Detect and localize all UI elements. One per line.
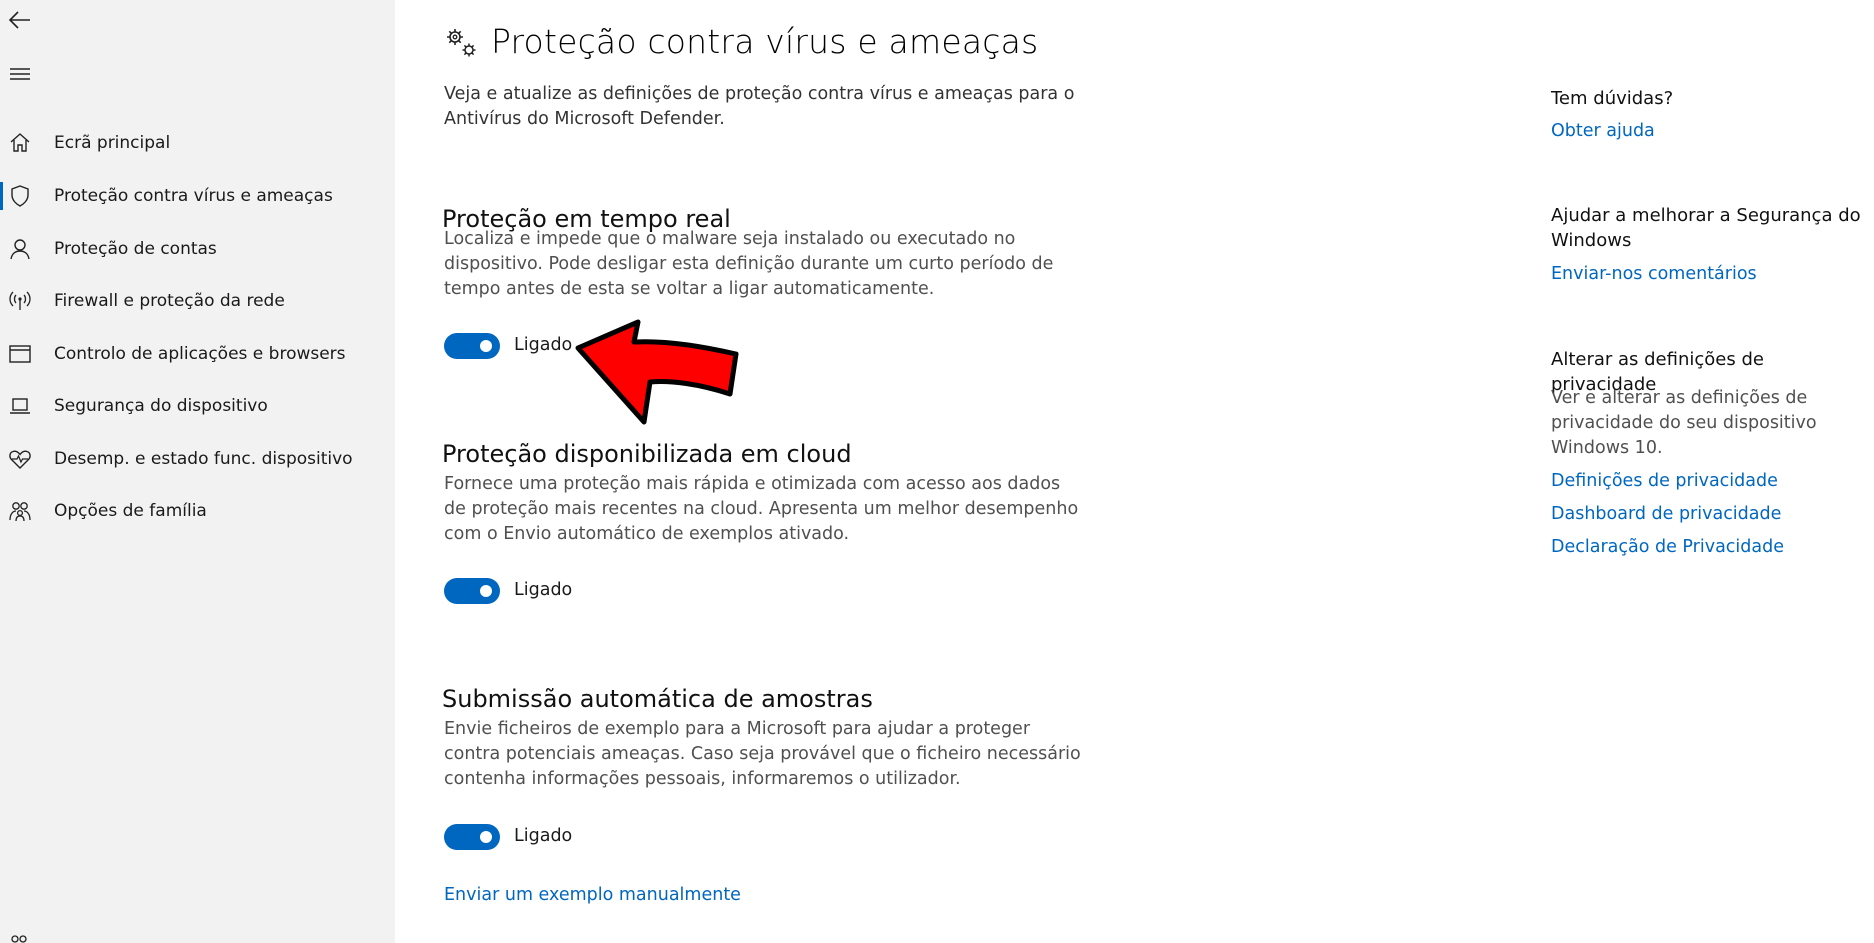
home-icon <box>10 133 30 152</box>
sidebar-item-family-options[interactable]: Opções de família <box>0 490 395 532</box>
toggle-knob <box>480 340 492 352</box>
get-help-link[interactable]: Obter ajuda <box>1551 121 1655 141</box>
section-desc-real-time: Localiza e impede que o malware seja ins… <box>444 229 1054 299</box>
back-button[interactable] <box>6 6 34 34</box>
cloud-protection-toggle[interactable] <box>444 578 500 604</box>
sidebar: Ecrã principal Proteção contra vírus e a… <box>0 0 395 943</box>
sidebar-item-label: Firewall e proteção da rede <box>54 291 285 311</box>
section-desc-cloud: Fornece uma proteção mais rápida e otimi… <box>444 474 1079 544</box>
toggle-state-label: Ligado <box>514 335 573 355</box>
sidebar-item-label: Desemp. e estado func. dispositivo <box>54 449 353 469</box>
hamburger-menu-button[interactable] <box>6 62 34 86</box>
sidebar-item-label: Segurança do dispositivo <box>54 396 268 416</box>
toggle-knob <box>480 831 492 843</box>
section-title-cloud: Proteção disponibilizada em cloud <box>442 440 852 468</box>
page-intro: Veja e atualize as definições de proteçã… <box>444 84 1075 129</box>
send-feedback-link[interactable]: Enviar-nos comentários <box>1551 264 1757 284</box>
sidebar-item-label: Opções de família <box>54 501 207 521</box>
sidebar-item-account-protection[interactable]: Proteção de contas <box>0 228 395 270</box>
sidebar-item-label: Ecrã principal <box>54 133 171 153</box>
sidebar-item-home[interactable]: Ecrã principal <box>0 122 395 164</box>
family-icon <box>9 502 31 522</box>
sidebar-item-device-performance[interactable]: Desemp. e estado func. dispositivo <box>0 438 395 480</box>
privacy-description: Ver e alterar as definições de privacida… <box>1551 388 1817 458</box>
sidebar-item-virus-protection[interactable]: Proteção contra vírus e ameaças <box>0 175 395 217</box>
gears-icon <box>447 29 476 57</box>
toggle-knob <box>480 585 492 597</box>
sidebar-item-device-security[interactable]: Segurança do dispositivo <box>0 385 395 427</box>
sidebar-item-label: Proteção contra vírus e ameaças <box>54 186 333 206</box>
submit-sample-manually-link[interactable]: Enviar um exemplo manualmente <box>444 885 741 905</box>
sidebar-item-firewall[interactable]: Firewall e proteção da rede <box>0 280 395 322</box>
settings-icon[interactable] <box>10 930 28 943</box>
real-time-protection-toggle[interactable] <box>444 333 500 359</box>
section-title-sample-submission: Submissão automática de amostras <box>442 685 873 713</box>
help-heading: Tem dúvidas? <box>1551 88 1674 109</box>
page-title: Proteção contra vírus e ameaças <box>491 22 1039 61</box>
back-arrow-icon <box>8 11 30 29</box>
person-icon <box>10 239 30 260</box>
heart-pulse-icon <box>9 450 31 469</box>
laptop-icon <box>10 398 30 414</box>
privacy-statement-link[interactable]: Declaração de Privacidade <box>1551 537 1784 557</box>
privacy-settings-link[interactable]: Definições de privacidade <box>1551 471 1778 491</box>
improve-heading: Ajudar a melhorar a Segurança do Windows <box>1551 205 1861 251</box>
section-desc-sample-submission: Envie ficheiros de exemplo para a Micros… <box>444 719 1081 789</box>
sidebar-item-app-browser-control[interactable]: Controlo de aplicações e browsers <box>0 333 395 375</box>
toggle-state-label: Ligado <box>514 826 573 846</box>
antenna-icon <box>9 291 31 310</box>
shield-icon <box>11 185 29 207</box>
hamburger-menu-icon <box>10 68 30 80</box>
sidebar-item-label: Controlo de aplicações e browsers <box>54 344 346 364</box>
app-window-icon <box>9 345 31 363</box>
red-arrow-annotation <box>575 319 739 425</box>
toggle-state-label: Ligado <box>514 580 573 600</box>
sample-submission-toggle[interactable] <box>444 824 500 850</box>
privacy-dashboard-link[interactable]: Dashboard de privacidade <box>1551 504 1781 524</box>
sidebar-item-label: Proteção de contas <box>54 239 217 259</box>
